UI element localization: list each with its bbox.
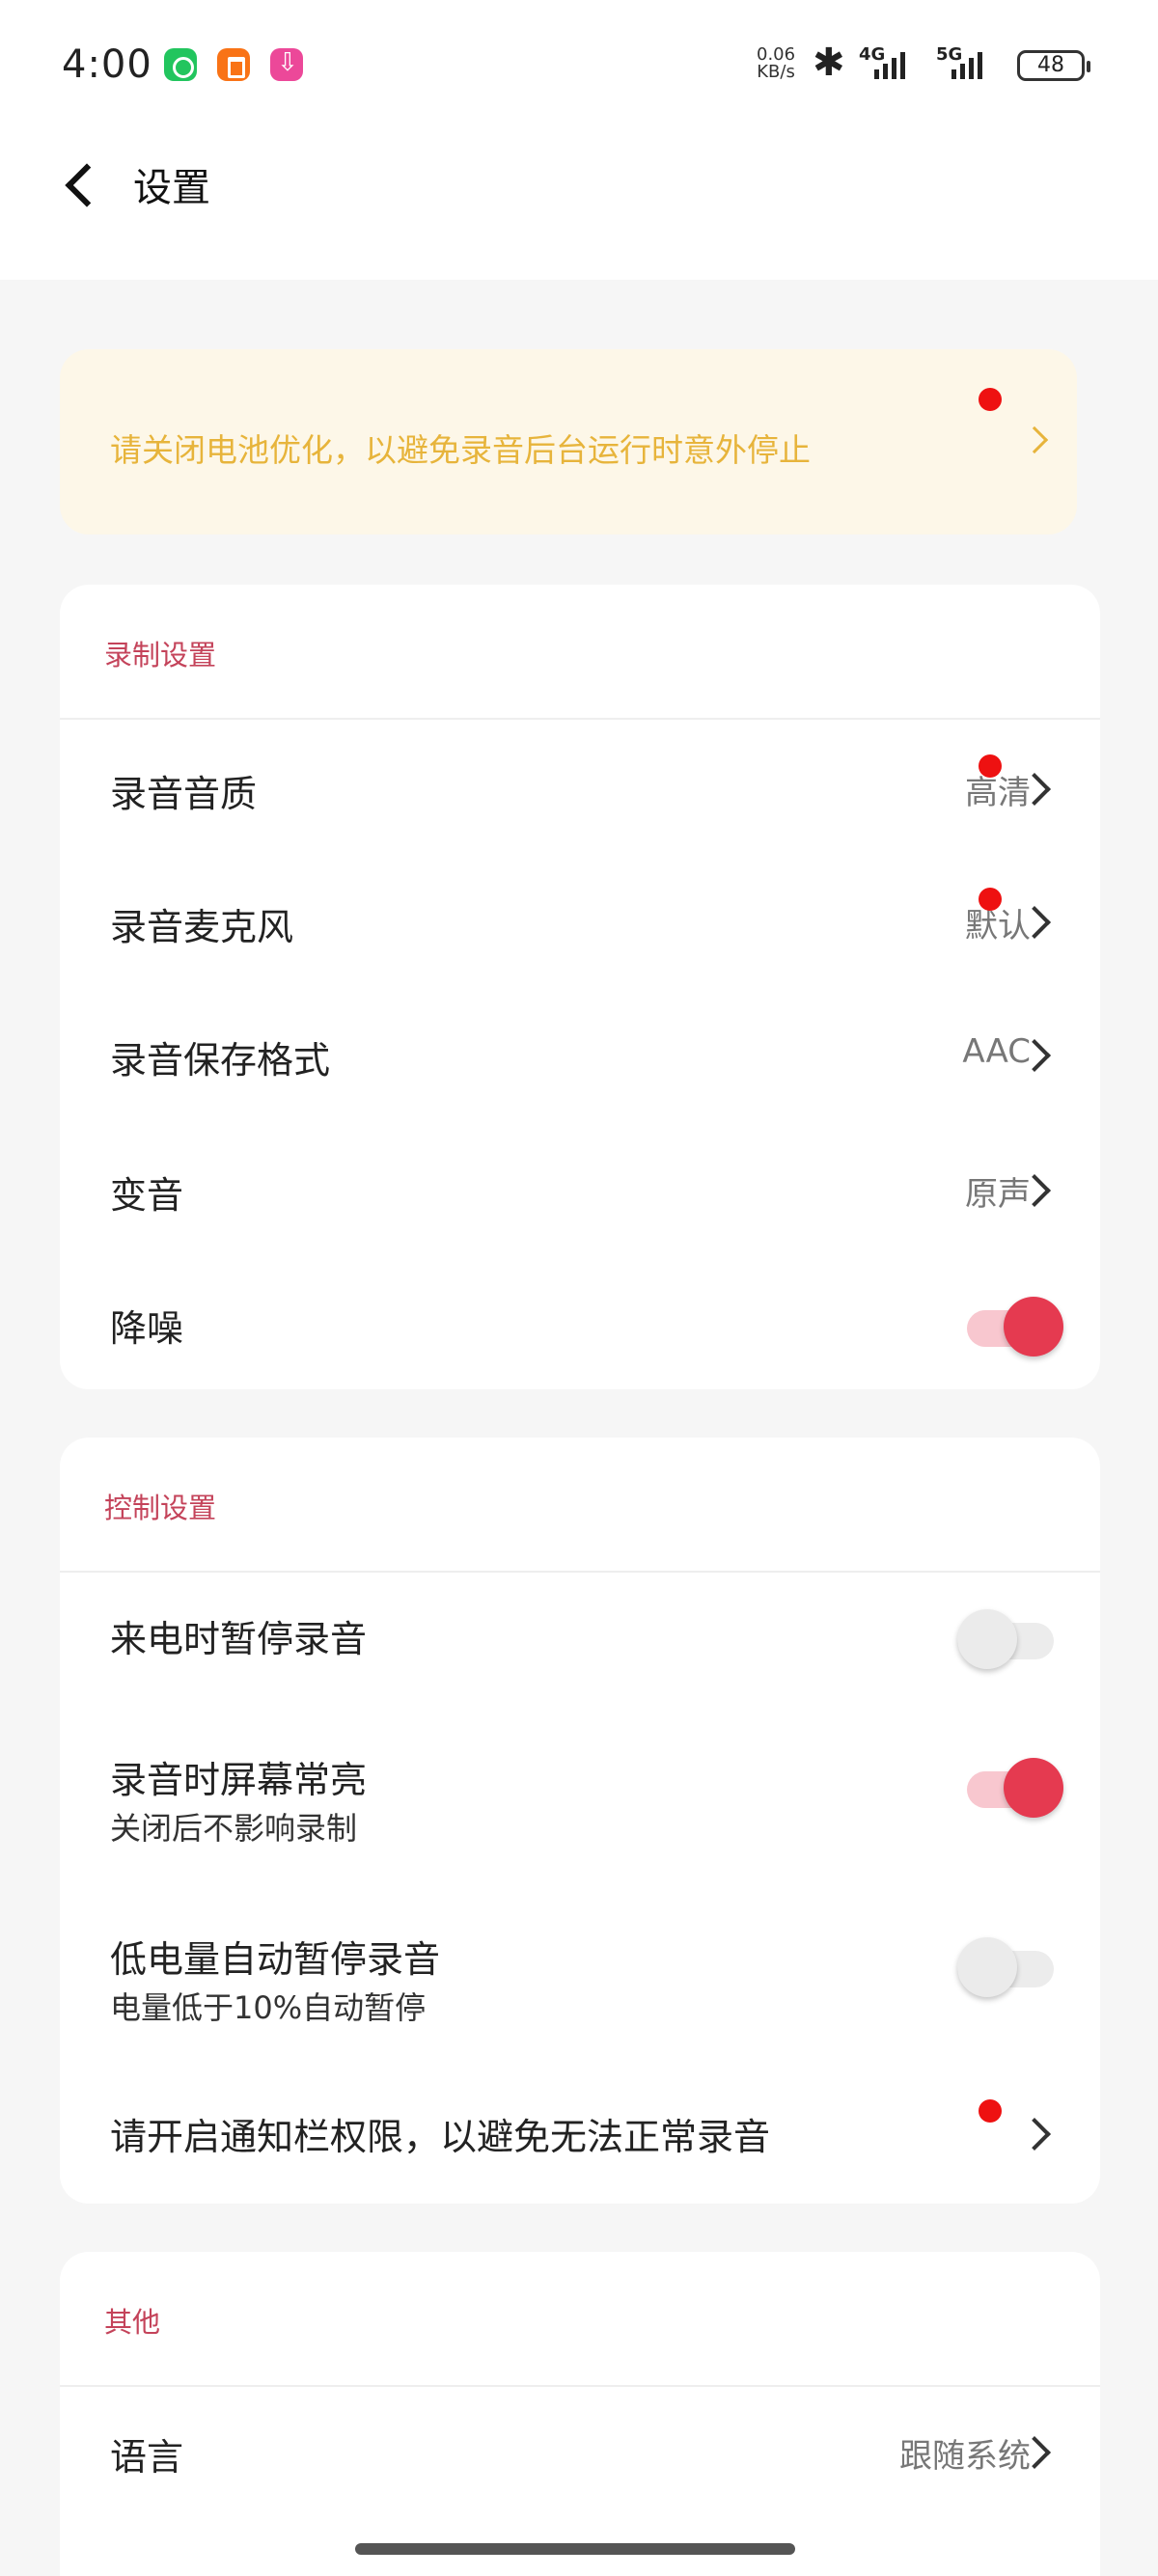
battery-optimization-banner[interactable]: 请关闭电池优化，以避免录音后台运行时意外停止	[60, 349, 1077, 534]
badge-dot	[979, 2099, 1002, 2123]
row-pause-on-call: 来电时暂停录音	[60, 1575, 1100, 1719]
badge-dot	[979, 754, 1002, 778]
screen-always-on-toggle[interactable]	[957, 1758, 1063, 1818]
other-settings-card: 其他 语言 跟随系统	[60, 2252, 1100, 2576]
row-label: 请开启通知栏权限，以避免无法正常录音	[110, 2116, 771, 2158]
row-low-battery-pause: 低电量自动暂停录音 电量低于10%自动暂停	[60, 1899, 1100, 2072]
row-noise-reduction: 降噪	[60, 1262, 1100, 1389]
app-header: 设置	[0, 135, 1158, 280]
row-voice-changer[interactable]: 变音 原声	[60, 1127, 1100, 1262]
shopping-app-notification-icon	[217, 48, 250, 81]
row-save-format[interactable]: 录音保存格式 AAC	[60, 992, 1100, 1127]
row-label: 录音音质	[110, 773, 258, 815]
signal-4g-icon: 4G	[859, 44, 917, 79]
row-label: 来电时暂停录音	[110, 1618, 368, 1660]
row-label: 录音麦克风	[110, 906, 294, 948]
row-label: 变音	[110, 1174, 184, 1217]
status-bar: 4:00 0.06 KB/s ✱ 4G 5G 48	[0, 0, 1158, 135]
toggle-knob	[1004, 1297, 1063, 1357]
control-settings-card: 控制设置 来电时暂停录音 录音时屏幕常亮 关闭后不影响录制 低电量自动暂停录音 …	[60, 1438, 1100, 2204]
home-indicator[interactable]	[355, 2543, 795, 2555]
noise-reduction-toggle[interactable]	[957, 1297, 1063, 1357]
page-title: 设置	[133, 166, 210, 210]
divider	[60, 1571, 1100, 1573]
row-value: 跟随系统	[899, 2437, 1031, 2476]
badge-dot	[979, 888, 1002, 911]
row-label: 语言	[110, 2436, 184, 2479]
toggle-knob	[957, 1937, 1017, 1997]
row-language[interactable]: 语言 跟随系统	[60, 2389, 1100, 2524]
recording-settings-card: 录制设置 录音音质 高清 录音麦克风 默认 录音保存格式 AAC 变音 原声 降…	[60, 585, 1100, 1389]
row-audio-quality[interactable]: 录音音质 高清	[60, 722, 1100, 857]
section-title-recording: 录制设置	[104, 639, 217, 671]
divider	[60, 2385, 1100, 2387]
badge-dot	[979, 388, 1002, 411]
row-microphone[interactable]: 录音麦克风 默认	[60, 857, 1100, 992]
row-label: 录音保存格式	[110, 1039, 331, 1082]
row-label: 录音时屏幕常亮	[110, 1759, 368, 1801]
row-screen-always-on: 录音时屏幕常亮 关闭后不影响录制	[60, 1719, 1100, 1899]
pause-on-call-toggle[interactable]	[957, 1609, 1063, 1669]
row-label: 降噪	[110, 1307, 184, 1350]
toggle-knob	[957, 1609, 1017, 1669]
low-battery-pause-toggle[interactable]	[957, 1937, 1063, 1997]
chat-app-notification-icon	[164, 48, 197, 81]
bluetooth-icon: ✱	[813, 41, 845, 85]
row-label: 低电量自动暂停录音	[110, 1938, 441, 1981]
network-speed: 0.06 KB/s	[757, 46, 795, 81]
chevron-right-icon	[1018, 2118, 1051, 2151]
chevron-right-icon	[1020, 425, 1049, 454]
section-title-other: 其他	[104, 2306, 161, 2339]
divider	[60, 718, 1100, 720]
row-notification-permission[interactable]: 请开启通知栏权限，以避免无法正常录音	[60, 2072, 1100, 2204]
row-subtitle: 关闭后不影响录制	[110, 1810, 358, 1847]
row-subtitle: 电量低于10%自动暂停	[110, 1989, 427, 2026]
download-app-notification-icon	[270, 48, 303, 81]
settings-page: 4:00 0.06 KB/s ✱ 4G 5G 48 设置 请关闭电池优化，以避免…	[0, 0, 1158, 2576]
section-title-control: 控制设置	[104, 1492, 217, 1524]
network-speed-unit: KB/s	[757, 62, 795, 82]
status-time: 4:00	[62, 42, 152, 87]
battery-icon: 48	[1017, 50, 1090, 81]
banner-text: 请关闭电池优化，以避免录音后台运行时意外停止	[110, 431, 811, 469]
toggle-knob	[1004, 1758, 1063, 1818]
back-button[interactable]	[58, 156, 116, 214]
signal-5g-icon: 5G	[936, 44, 994, 79]
